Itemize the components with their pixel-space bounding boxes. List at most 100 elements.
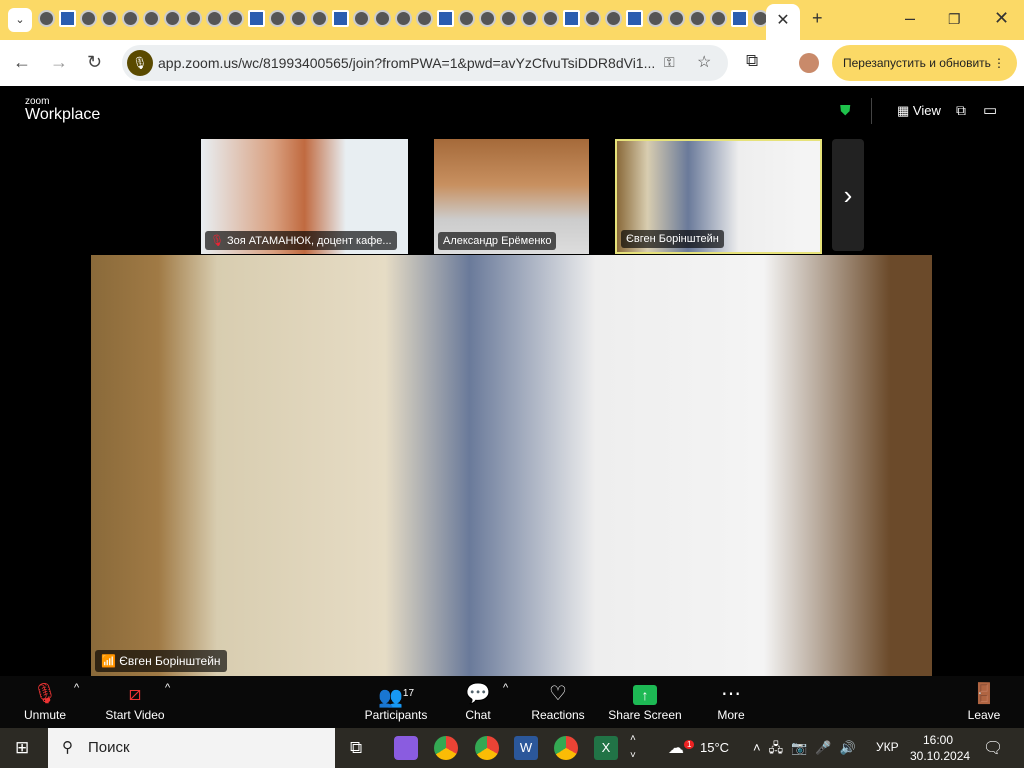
- notifications-icon[interactable]: 🗨: [983, 738, 1003, 758]
- leave-door-icon: 🚪: [971, 683, 997, 705]
- fullscreen-icon[interactable]: ▭: [983, 101, 997, 119]
- key-icon[interactable]: ⚿: [664, 54, 675, 71]
- new-tab-button[interactable]: +: [812, 8, 823, 29]
- speaker-name-label: 📶 Євген Борінштейн: [95, 650, 227, 672]
- reload-icon[interactable]: ↻: [87, 52, 102, 73]
- wordpress-icon[interactable]: [353, 10, 370, 27]
- audio-options-caret[interactable]: ^: [74, 682, 79, 694]
- globe-icon[interactable]: [311, 10, 328, 27]
- search-icon: ⚲: [62, 739, 73, 756]
- globe-icon[interactable]: [668, 10, 685, 27]
- close-window-button[interactable]: ✕: [994, 8, 1009, 29]
- chrome-profile-icon[interactable]: [554, 736, 578, 760]
- omnibox[interactable]: 🎙 app.zoom.us/wc/81993400565/join?fromPW…: [122, 45, 728, 81]
- url-text[interactable]: app.zoom.us/wc/81993400565/join?fromPWA=…: [158, 55, 655, 71]
- reactions-button[interactable]: ♡ Reactions: [530, 680, 586, 722]
- globe-icon[interactable]: [500, 10, 517, 27]
- wiki-icon[interactable]: [479, 10, 496, 27]
- menu-kebab-icon[interactable]: ⋮: [993, 45, 1005, 81]
- globe-icon[interactable]: [206, 10, 223, 27]
- more-dots-icon: ⋯: [721, 683, 741, 705]
- globe-icon[interactable]: [521, 10, 538, 27]
- browser-tab-bar: ⌄ ✕ + – ❐ ✕: [0, 0, 1024, 40]
- globe-icon[interactable]: [164, 10, 181, 27]
- start-video-button[interactable]: ⧄ Start Video: [100, 680, 170, 722]
- star-icon[interactable]: ☆: [697, 52, 711, 72]
- globe-icon[interactable]: [710, 10, 727, 27]
- globe-icon[interactable]: [458, 10, 475, 27]
- chrome-icon[interactable]: [434, 736, 458, 760]
- thumbnail-video-3-active[interactable]: Євген Борінштейн: [615, 139, 822, 254]
- chat-button[interactable]: 💬 Chat: [460, 680, 496, 722]
- thumbnail-video-2[interactable]: Александр Ерёменко: [434, 139, 589, 254]
- joomla-icon[interactable]: [38, 10, 55, 27]
- clock[interactable]: 16:00 30.10.2024: [910, 732, 970, 764]
- clipchamp-icon[interactable]: [394, 736, 418, 760]
- share-screen-button[interactable]: ↑ Share Screen: [608, 680, 682, 722]
- pkp-text-icon[interactable]: [332, 10, 349, 27]
- globe-icon[interactable]: [416, 10, 433, 27]
- globe-icon[interactable]: [584, 10, 601, 27]
- doc-icon[interactable]: [437, 10, 454, 27]
- globe-icon[interactable]: [185, 10, 202, 27]
- globe-icon[interactable]: [395, 10, 412, 27]
- view-label: View: [912, 103, 941, 118]
- doc-icon[interactable]: [563, 10, 580, 27]
- thumbnail-video-1[interactable]: 🎙 Зоя АТАМАНЮК, доцент кафе...: [201, 139, 408, 254]
- main-speaker-video: 📶 Євген Борінштейн: [91, 255, 932, 676]
- language-indicator[interactable]: УКР: [876, 740, 899, 754]
- pip-icon[interactable]: ⧉: [956, 102, 966, 119]
- flag-icon[interactable]: [248, 10, 265, 27]
- participants-button[interactable]: 👥17 Participants: [362, 680, 430, 722]
- u-icon[interactable]: [59, 10, 76, 27]
- globe-icon[interactable]: [227, 10, 244, 27]
- badge-icon[interactable]: [269, 10, 286, 27]
- more-button[interactable]: ⋯ More: [712, 680, 750, 722]
- drive-icon[interactable]: [80, 10, 97, 27]
- globe-icon[interactable]: [290, 10, 307, 27]
- meeting-toolbar: 🎙 Unmute ^ ⧄ Start Video ^ 👥17 Participants…: [0, 676, 1024, 728]
- globe-icon[interactable]: [689, 10, 706, 27]
- weather-icon[interactable]: ☁ 1: [668, 738, 695, 758]
- weather-temp[interactable]: 15°C: [700, 740, 729, 755]
- globe-icon[interactable]: [605, 10, 622, 27]
- back-icon[interactable]: ←: [13, 52, 31, 73]
- view-button[interactable]: ▦ View: [897, 103, 941, 119]
- encryption-shield-icon[interactable]: ⛊: [840, 102, 851, 119]
- profile-avatar[interactable]: [799, 53, 819, 73]
- globe-icon[interactable]: [374, 10, 391, 27]
- globe-icon[interactable]: [101, 10, 118, 27]
- word-icon[interactable]: W: [514, 736, 538, 760]
- restore-button[interactable]: ❐: [948, 11, 961, 28]
- microphone-icon[interactable]: 🎙: [127, 50, 153, 76]
- unmute-button[interactable]: 🎙 Unmute: [20, 680, 70, 722]
- next-page-chevron-icon[interactable]: ›: [832, 139, 864, 251]
- tab-search-button[interactable]: ⌄: [8, 8, 32, 32]
- pkp-icon[interactable]: [122, 10, 139, 27]
- translate-icon[interactable]: [626, 10, 643, 27]
- chat-icon: 💬: [465, 683, 491, 705]
- muted-mic-icon: 🎙: [210, 235, 224, 247]
- system-tray-icons[interactable]: ˄🖧📷🎤🔊: [753, 739, 864, 761]
- relaunch-button[interactable]: Перезапустить и обновить ⋮: [832, 45, 1017, 81]
- chat-options-caret[interactable]: ^: [503, 682, 508, 694]
- translate-icon[interactable]: [731, 10, 748, 27]
- taskbar-search[interactable]: ⚲ Поиск: [48, 728, 335, 768]
- extensions-icon[interactable]: ⧉: [746, 51, 758, 71]
- participant-name: Євген Борінштейн: [621, 230, 724, 248]
- forward-icon[interactable]: →: [50, 52, 68, 73]
- globe-icon[interactable]: [647, 10, 664, 27]
- minimize-button[interactable]: –: [905, 8, 915, 29]
- excel-icon[interactable]: X: [594, 736, 618, 760]
- globe-icon[interactable]: [143, 10, 160, 27]
- globe-icon[interactable]: [542, 10, 559, 27]
- task-view-icon[interactable]: ⧉: [350, 738, 362, 758]
- logo-workplace: Workplace: [25, 106, 101, 123]
- windows-start-icon[interactable]: ⊞: [15, 738, 29, 758]
- video-options-caret[interactable]: ^: [165, 682, 170, 694]
- leave-button[interactable]: 🚪 Leave: [964, 680, 1004, 722]
- chrome-active-icon[interactable]: [475, 736, 499, 760]
- taskbar-scroll-arrows[interactable]: ˄ ˅: [630, 730, 636, 764]
- active-tab-close[interactable]: ✕: [766, 4, 800, 40]
- zoom-header: zoom Workplace ⛊ ▦ View ⧉ ▭: [0, 86, 1024, 136]
